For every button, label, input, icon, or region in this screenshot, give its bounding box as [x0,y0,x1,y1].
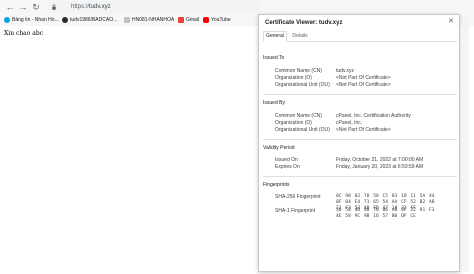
scrollbar[interactable] [463,14,469,272]
folder-icon [124,17,130,23]
address-bar[interactable]: https://tudv.xyz [46,1,260,13]
page-body-text: Xin chao abc [4,30,44,37]
bookmark-label: HN081-NHANHOA [132,17,175,23]
bookmark-hn081[interactable]: HN081-NHANHOA [124,14,174,26]
tab-general[interactable]: General [263,31,287,42]
issued-to-o-label: Organization (O) [275,75,312,81]
bookmark-label: tudv1986/BADCAO... [70,17,118,23]
issued-to-o-value: <Not Part Of Certificate> [336,75,391,81]
issued-by-ou-value: <Not Part Of Certificate> [336,127,391,133]
issued-to-cn-value: tudv.xyz [336,68,354,74]
sha1-label: SHA-1 Fingerprint [275,208,316,214]
bookmark-github[interactable]: tudv1986/BADCAO... [62,14,117,26]
issued-by-heading: Issued By [263,100,285,106]
bookmark-label: Bảng tin - Nhan Ho... [12,17,59,23]
bookmark-label: YouTube [211,17,231,23]
dialog-title: Certificate Viewer: tudv.xyz [265,20,343,26]
dialog-tabs: General Details [263,31,457,42]
issued-by-ou-label: Organizational Unit (OU) [275,127,330,133]
issued-to-cn-label: Common Name (CN) [275,68,322,74]
bookmark-nhanhoa[interactable]: Bảng tin - Nhan Ho... [4,14,59,26]
expires-on-label: Expires On [275,164,300,170]
issued-by-cn-label: Common Name (CN) [275,113,322,119]
url-scheme: https:// [71,4,90,10]
section-divider [263,94,457,95]
section-divider [263,139,457,140]
forward-arrow-icon[interactable]: → [17,1,29,13]
issued-to-heading: Issued To [263,55,285,61]
certificate-viewer-dialog: Certificate Viewer: tudv.xyz ✕ General D… [258,14,460,272]
url-host: tudv.xyz [89,4,111,10]
lock-icon[interactable] [51,4,57,10]
browser-toolbar: ← → ↻ https://tudv.xyz [0,0,474,14]
issued-on-label: Issued On [275,157,298,163]
issued-to-ou-value: <Not Part Of Certificate> [336,82,391,88]
expires-on-value: Friday, January 20, 2023 at 6:59:59 AM [336,164,424,170]
reload-icon[interactable]: ↻ [30,1,42,13]
github-icon [62,17,68,23]
back-arrow-icon[interactable]: ← [4,1,16,13]
issued-on-value: Friday, October 21, 2022 at 7:00:00 AM [336,157,424,163]
bookmark-gmail[interactable]: Gmail [178,14,199,26]
youtube-icon [203,17,209,23]
globe-icon [4,17,10,23]
sha1-value: 36 58 4D 40 70 86 A8 8F 22 91 F3 4E 58 9… [336,208,435,219]
bookmark-label: Gmail [186,17,200,23]
close-icon[interactable]: ✕ [447,18,455,26]
tab-details[interactable]: Details [291,31,309,42]
url-text: https://tudv.xyz [71,1,111,13]
fingerprints-heading: Fingerprints [263,182,290,188]
issued-by-o-value: cPanel, Inc. [336,120,363,126]
section-divider [263,176,457,177]
bookmark-youtube[interactable]: YouTube [203,14,231,26]
validity-heading: Validity Period [263,145,295,151]
issued-to-ou-label: Organizational Unit (OU) [275,82,330,88]
sha256-label: SHA-256 Fingerprint [275,194,321,200]
issued-by-o-label: Organization (O) [275,120,312,126]
issued-by-cn-value: cPanel, Inc. Certification Authority [336,113,411,119]
gmail-icon [178,17,184,23]
